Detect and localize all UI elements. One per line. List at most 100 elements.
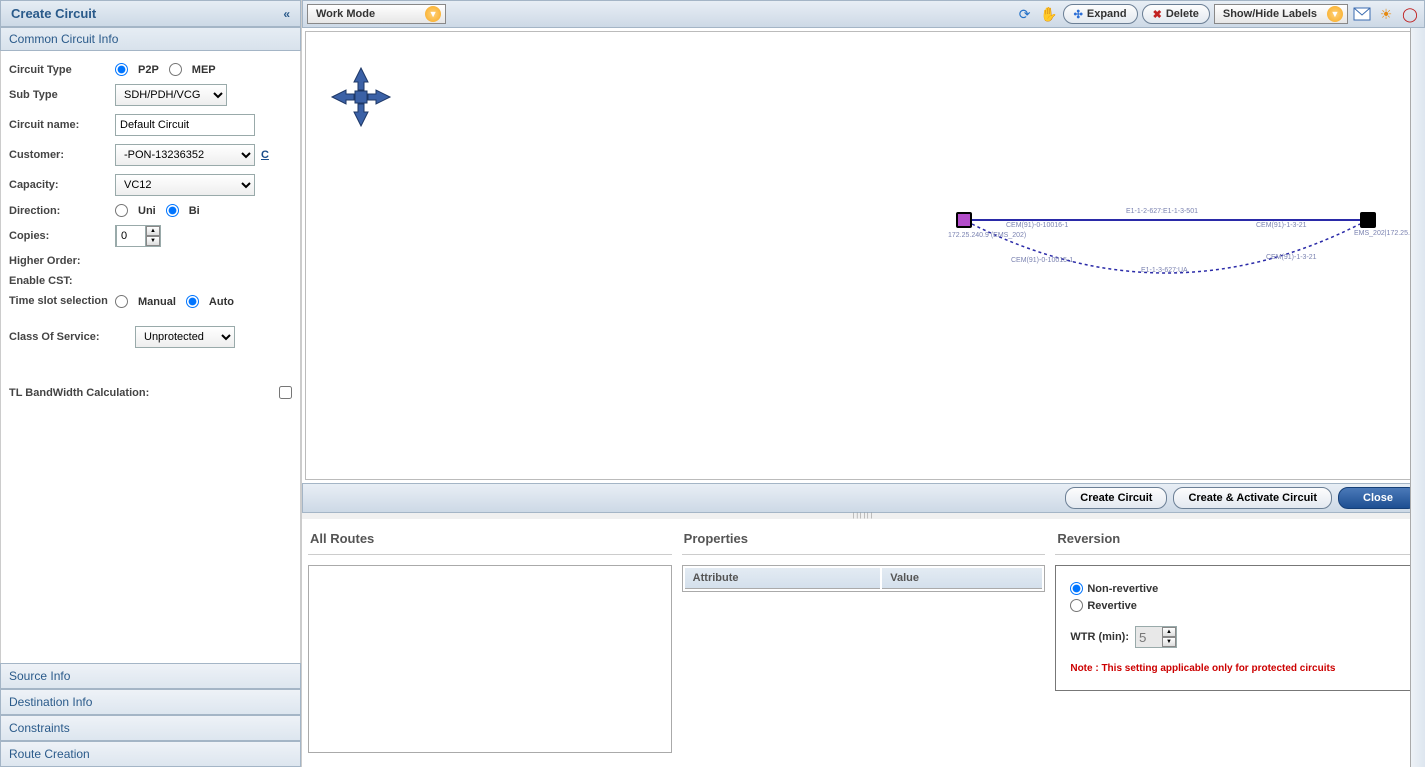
link-top-right-label: CEM(91)-1-3-21 [1256,222,1307,229]
reversion-box: Non-revertive Revertive WTR (min): ▲ [1055,565,1419,691]
circuit-name-input[interactable] [115,114,255,136]
direction-uni-label: Uni [138,205,156,217]
refresh-icon[interactable]: ⟳ [1015,4,1035,24]
copies-label: Copies: [9,230,109,242]
sidebar: Create Circuit « Common Circuit Info Cir… [0,0,302,767]
class-of-service-label: Class Of Service: [9,331,129,343]
circuit-type-p2p-label: P2P [138,64,159,76]
link-bottom-right-label: CEM(91)-1-3-21 [1266,254,1317,261]
bottom-panels: All Routes Properties Attribute Value [302,519,1425,767]
expand-icon: ✣ [1074,8,1083,21]
link-bottom-left-label: CEM(91)-0-10015-1 [1011,257,1073,264]
show-hide-labels-dropdown[interactable]: Show/Hide Labels ▼ [1214,4,1348,24]
work-mode-label: Work Mode [316,8,375,20]
capacity-label: Capacity: [9,179,109,191]
sun-icon[interactable]: ☀ [1376,4,1396,24]
link-top-mid-label: E1-1-2-627:E1-1-3-501 [1126,208,1198,215]
create-circuit-button[interactable]: Create Circuit [1065,487,1167,509]
non-revertive-label: Non-revertive [1087,583,1158,595]
higher-order-label: Higher Order: [9,255,109,267]
wtr-spinner[interactable]: ▲ ▼ [1135,626,1177,648]
copies-spinner[interactable]: ▲ ▼ [115,225,161,247]
all-routes-title: All Routes [308,523,672,555]
action-bar: Create Circuit Create & Activate Circuit… [302,483,1425,513]
panel-title: Create Circuit [11,6,96,21]
arrow-down-icon: ▼ [1327,6,1343,22]
customer-c-link[interactable]: C [261,149,269,161]
timeslot-selection-label: Time slot selection [9,295,109,308]
copies-up-icon[interactable]: ▲ [146,226,160,236]
timeslot-manual-radio[interactable] [115,295,128,308]
circuit-type-mep-label: MEP [192,64,216,76]
reversion-panel: Reversion Non-revertive Revertive WTR (m… [1055,523,1419,763]
properties-panel: Properties Attribute Value [682,523,1046,763]
sub-type-select[interactable]: SDH/PDH/VCG [115,84,227,106]
reversion-note: Note : This setting applicable only for … [1070,662,1404,676]
delete-button[interactable]: ✖ Delete [1142,4,1210,24]
properties-title: Properties [682,523,1046,555]
circuit-type-label: Circuit Type [9,64,109,76]
sub-type-label: Sub Type [9,89,109,101]
tl-bandwidth-checkbox[interactable] [279,386,292,399]
work-mode-dropdown[interactable]: Work Mode ▼ [307,4,446,24]
delete-x-icon: ✖ [1153,8,1162,21]
tl-bandwidth-label: TL BandWidth Calculation: [9,387,273,399]
revertive-radio[interactable] [1070,599,1083,612]
pan-control[interactable] [326,62,396,132]
timeslot-auto-label: Auto [209,296,234,308]
life-ring-icon[interactable]: ◯ [1400,4,1420,24]
circuit-type-p2p-radio[interactable] [115,63,128,76]
direction-bi-label: Bi [189,205,200,217]
all-routes-listbox[interactable] [308,565,672,753]
source-info-header[interactable]: Source Info [0,663,301,689]
expand-label: Expand [1087,8,1127,20]
class-of-service-select[interactable]: Unprotected [135,326,235,348]
capacity-select[interactable]: VC12 [115,174,255,196]
wtr-input [1136,627,1162,647]
create-circuit-header[interactable]: Create Circuit « [0,0,301,27]
envelope-icon[interactable] [1352,4,1372,24]
delete-label: Delete [1166,8,1199,20]
expand-button[interactable]: ✣ Expand [1063,4,1138,24]
topology-node-right[interactable] [1360,212,1376,228]
route-creation-header[interactable]: Route Creation [0,741,301,767]
hand-pan-icon[interactable]: ✋ [1039,4,1059,24]
link-bottom-mid-label: E1-1-3-627:UA [1141,267,1188,274]
close-button[interactable]: Close [1338,487,1418,509]
direction-bi-radio[interactable] [166,204,179,217]
non-revertive-radio[interactable] [1070,582,1083,595]
wtr-down-icon[interactable]: ▼ [1162,637,1176,647]
timeslot-auto-radio[interactable] [186,295,199,308]
collapse-icon[interactable]: « [283,7,290,21]
main-area: Work Mode ▼ ⟳ ✋ ✣ Expand ✖ Delete Show/H… [302,0,1425,767]
vertical-scrollbar[interactable] [1410,28,1425,767]
copies-down-icon[interactable]: ▼ [146,236,160,246]
common-circuit-info-body: Circuit Type P2P MEP Sub Type SDH/PDH/VC… [0,51,301,663]
reversion-title: Reversion [1055,523,1419,555]
properties-col-attribute: Attribute [685,568,881,589]
topology-canvas[interactable]: 172.25.240.9 (EMS_202) EMS_202|172.25.23… [305,31,1422,480]
timeslot-manual-label: Manual [138,296,176,308]
wtr-label: WTR (min): [1070,631,1129,643]
copies-input[interactable] [116,225,146,247]
destination-info-header[interactable]: Destination Info [0,689,301,715]
constraints-header[interactable]: Constraints [0,715,301,741]
circuit-name-label: Circuit name: [9,119,109,131]
node-left-label: 172.25.240.9 (EMS_202) [948,232,1026,239]
create-activate-circuit-button[interactable]: Create & Activate Circuit [1173,487,1332,509]
customer-select[interactable]: -PON-13236352 [115,144,255,166]
link-top-left-label: CEM(91)-0-10016-1 [1006,222,1068,229]
toolbar: Work Mode ▼ ⟳ ✋ ✣ Expand ✖ Delete Show/H… [302,0,1425,28]
common-circuit-info-header[interactable]: Common Circuit Info [0,27,301,51]
all-routes-panel: All Routes [308,523,672,763]
customer-label: Customer: [9,149,109,161]
direction-label: Direction: [9,205,109,217]
properties-table: Attribute Value [682,565,1046,592]
circuit-type-mep-radio[interactable] [169,63,182,76]
direction-uni-radio[interactable] [115,204,128,217]
enable-cst-label: Enable CST: [9,275,109,287]
properties-col-value: Value [882,568,1042,589]
wtr-up-icon[interactable]: ▲ [1162,627,1176,637]
show-hide-labels-label: Show/Hide Labels [1223,8,1317,20]
topology-node-left[interactable] [956,212,972,228]
